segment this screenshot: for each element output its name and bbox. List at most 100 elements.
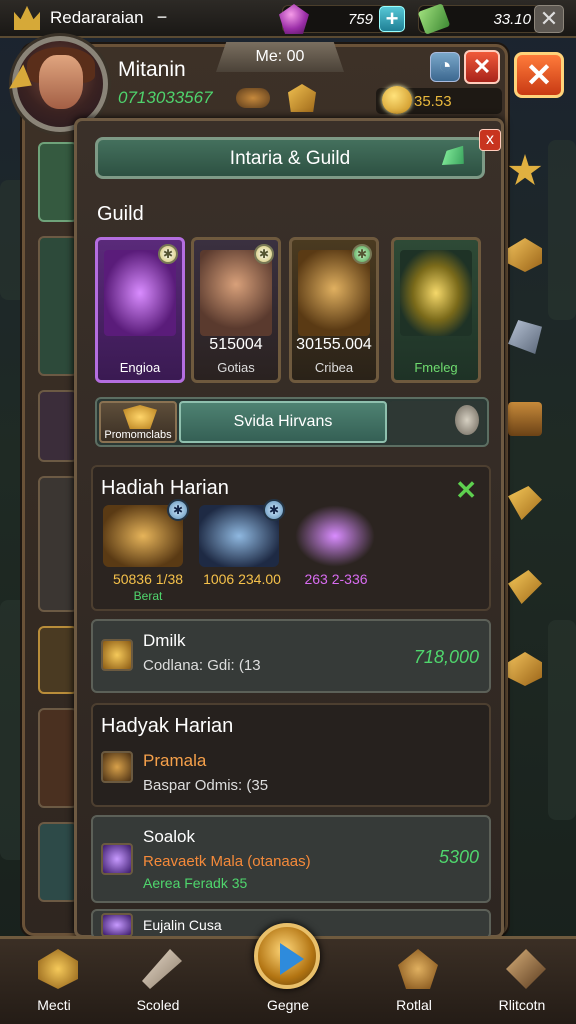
coins-icon bbox=[236, 88, 270, 108]
gold-value: 35.53 bbox=[414, 93, 452, 110]
row-value: 5300 bbox=[438, 847, 479, 867]
card-number: 515004 bbox=[209, 336, 263, 353]
daily-title: Hadiah Harian bbox=[101, 477, 229, 499]
nav-label: Mecti bbox=[37, 997, 71, 1013]
guild-card[interactable]: ✱ 30155.004 Cribea bbox=[289, 237, 379, 383]
row-value: 718,000 bbox=[413, 647, 479, 667]
left-tile[interactable] bbox=[38, 626, 78, 694]
compass-icon bbox=[506, 949, 546, 989]
list-item[interactable]: Soalok Reavaetk Mala (otanaas) Aerea Fer… bbox=[91, 815, 491, 903]
nav-label: Rlitcotn bbox=[498, 997, 546, 1013]
card-label: Fmeleg bbox=[414, 360, 458, 375]
reward-value: 263 2-336 bbox=[304, 571, 368, 587]
left-tile[interactable] bbox=[38, 822, 78, 902]
guild-card[interactable]: ✱ Engioa bbox=[95, 237, 185, 383]
star-icon[interactable] bbox=[508, 154, 542, 185]
left-tile[interactable] bbox=[38, 476, 78, 612]
tab-main[interactable]: Svida Hirvans bbox=[179, 401, 387, 443]
banner-title: Intaria & Guild bbox=[229, 148, 351, 169]
nav-label: Rotlal bbox=[396, 997, 432, 1013]
nav-item-scoled[interactable]: Scoled bbox=[108, 945, 208, 1024]
card-label: Cribea bbox=[314, 360, 354, 375]
row-subtitle-2: Aerea Feradk 35 bbox=[143, 875, 248, 891]
big-close-button[interactable]: ✕ bbox=[514, 52, 564, 98]
bottom-nav: Mecti Scoled Gegne Rotlal Rlitcotn bbox=[0, 923, 576, 1024]
gold-counter: 35.53 bbox=[376, 86, 502, 114]
guild-banner[interactable]: Intaria & Guild bbox=[95, 137, 485, 179]
play-button[interactable] bbox=[254, 923, 320, 989]
daily-close-button[interactable]: ✕ bbox=[455, 475, 477, 506]
cash-counter: 33.10 bbox=[417, 3, 540, 35]
reward-badge: ✱ bbox=[263, 499, 285, 521]
row-subtitle: Baspar Odmis: (35 bbox=[143, 777, 269, 794]
close-button[interactable]: ✕ bbox=[464, 50, 500, 84]
list-item[interactable]: Dmilk Codlana: Gdi: (13 718,000 bbox=[91, 619, 491, 693]
emblem-icon bbox=[123, 405, 157, 429]
player-name: Mitanin bbox=[118, 58, 186, 81]
nav-label: Gegne bbox=[266, 997, 310, 1013]
reward-item[interactable] bbox=[295, 505, 375, 567]
pickaxe-icon bbox=[101, 751, 133, 783]
card-label: Gotias bbox=[217, 360, 255, 375]
gold-bar-icon[interactable] bbox=[508, 486, 542, 520]
card-badge: ✱ bbox=[158, 244, 178, 264]
gold-ore-icon bbox=[101, 639, 133, 671]
top-bar: Redararaian − 759 + 33.10 ✕ bbox=[0, 0, 576, 38]
tab-bar: Promomclabs Svida Hirvans bbox=[95, 397, 489, 447]
gold-blocks-art bbox=[400, 250, 472, 336]
nav-item-rlitcotn[interactable]: Rlitcotn bbox=[472, 945, 572, 1024]
row-title: Eujalin Cusa bbox=[143, 917, 222, 933]
helmet-icon bbox=[398, 949, 438, 989]
top-close-button[interactable]: ✕ bbox=[534, 5, 564, 33]
nav-label: Scoled bbox=[136, 997, 180, 1013]
chest-icon[interactable] bbox=[508, 402, 542, 436]
section2-title: Hadyak Harian bbox=[101, 715, 234, 737]
card-badge: ✱ bbox=[254, 244, 274, 264]
guild-card[interactable]: ✱ 515004 Gotias bbox=[191, 237, 281, 383]
purple-gem-icon bbox=[101, 913, 133, 937]
player-id: 0713033567 bbox=[118, 88, 213, 107]
add-gems-button[interactable]: + bbox=[379, 6, 405, 32]
gold-bars-icon[interactable] bbox=[508, 570, 542, 604]
avatar-face bbox=[39, 55, 83, 109]
daily-section-2: Hadyak Harian Pramala Baspar Odmis: (35 bbox=[91, 703, 491, 807]
guild-card[interactable]: Fmeleg bbox=[391, 237, 481, 383]
row-title: Soalok bbox=[143, 827, 195, 846]
card-badge: ✱ bbox=[352, 244, 372, 264]
tab-promotions[interactable]: Promomclabs bbox=[99, 401, 177, 443]
gold-cube-icon[interactable] bbox=[508, 238, 542, 272]
crystal-icon[interactable] bbox=[508, 320, 542, 354]
title-plate: Me: 00 bbox=[216, 42, 344, 72]
row-title: Dmilk bbox=[143, 631, 186, 650]
play-icon bbox=[280, 943, 304, 975]
reward-item[interactable]: ✱ bbox=[199, 499, 285, 567]
minimize-button[interactable]: − bbox=[150, 8, 174, 27]
card-number: 30155.004 bbox=[296, 336, 372, 353]
tab-label: Promomclabs bbox=[104, 429, 172, 441]
purple-gem-icon bbox=[101, 843, 133, 875]
left-tile[interactable] bbox=[38, 236, 78, 376]
section-title: Guild bbox=[97, 203, 144, 225]
gold-cube-icon[interactable] bbox=[508, 652, 542, 686]
green-gem-icon bbox=[437, 142, 471, 173]
gem-icon bbox=[279, 4, 309, 34]
scroll-icon bbox=[142, 949, 182, 989]
nav-item-rotlal[interactable]: Rotlal bbox=[364, 945, 464, 1024]
row-title: Pramala bbox=[143, 751, 207, 770]
banner-close-button[interactable]: x bbox=[479, 129, 501, 151]
background-rock bbox=[548, 140, 576, 320]
gold-coin-icon bbox=[382, 86, 412, 114]
left-tile[interactable] bbox=[38, 708, 78, 808]
info-button[interactable]: ◔ bbox=[430, 52, 460, 82]
daily-reward-section: Hadiah Harian ✕ ✱ ✱ 50836 1/38 Berat 100… bbox=[91, 465, 491, 611]
reward-badge: ✱ bbox=[167, 499, 189, 521]
reward-item[interactable]: ✱ bbox=[103, 499, 189, 567]
left-tile[interactable] bbox=[38, 390, 78, 462]
left-tile[interactable] bbox=[38, 142, 78, 222]
card-label: Engioa bbox=[119, 360, 161, 375]
tab-extra[interactable] bbox=[389, 401, 485, 443]
cash-icon bbox=[417, 3, 451, 35]
nav-item-mecti[interactable]: Mecti bbox=[4, 945, 104, 1024]
crown-icon bbox=[14, 6, 40, 30]
reward-sub: Berat bbox=[133, 589, 163, 603]
